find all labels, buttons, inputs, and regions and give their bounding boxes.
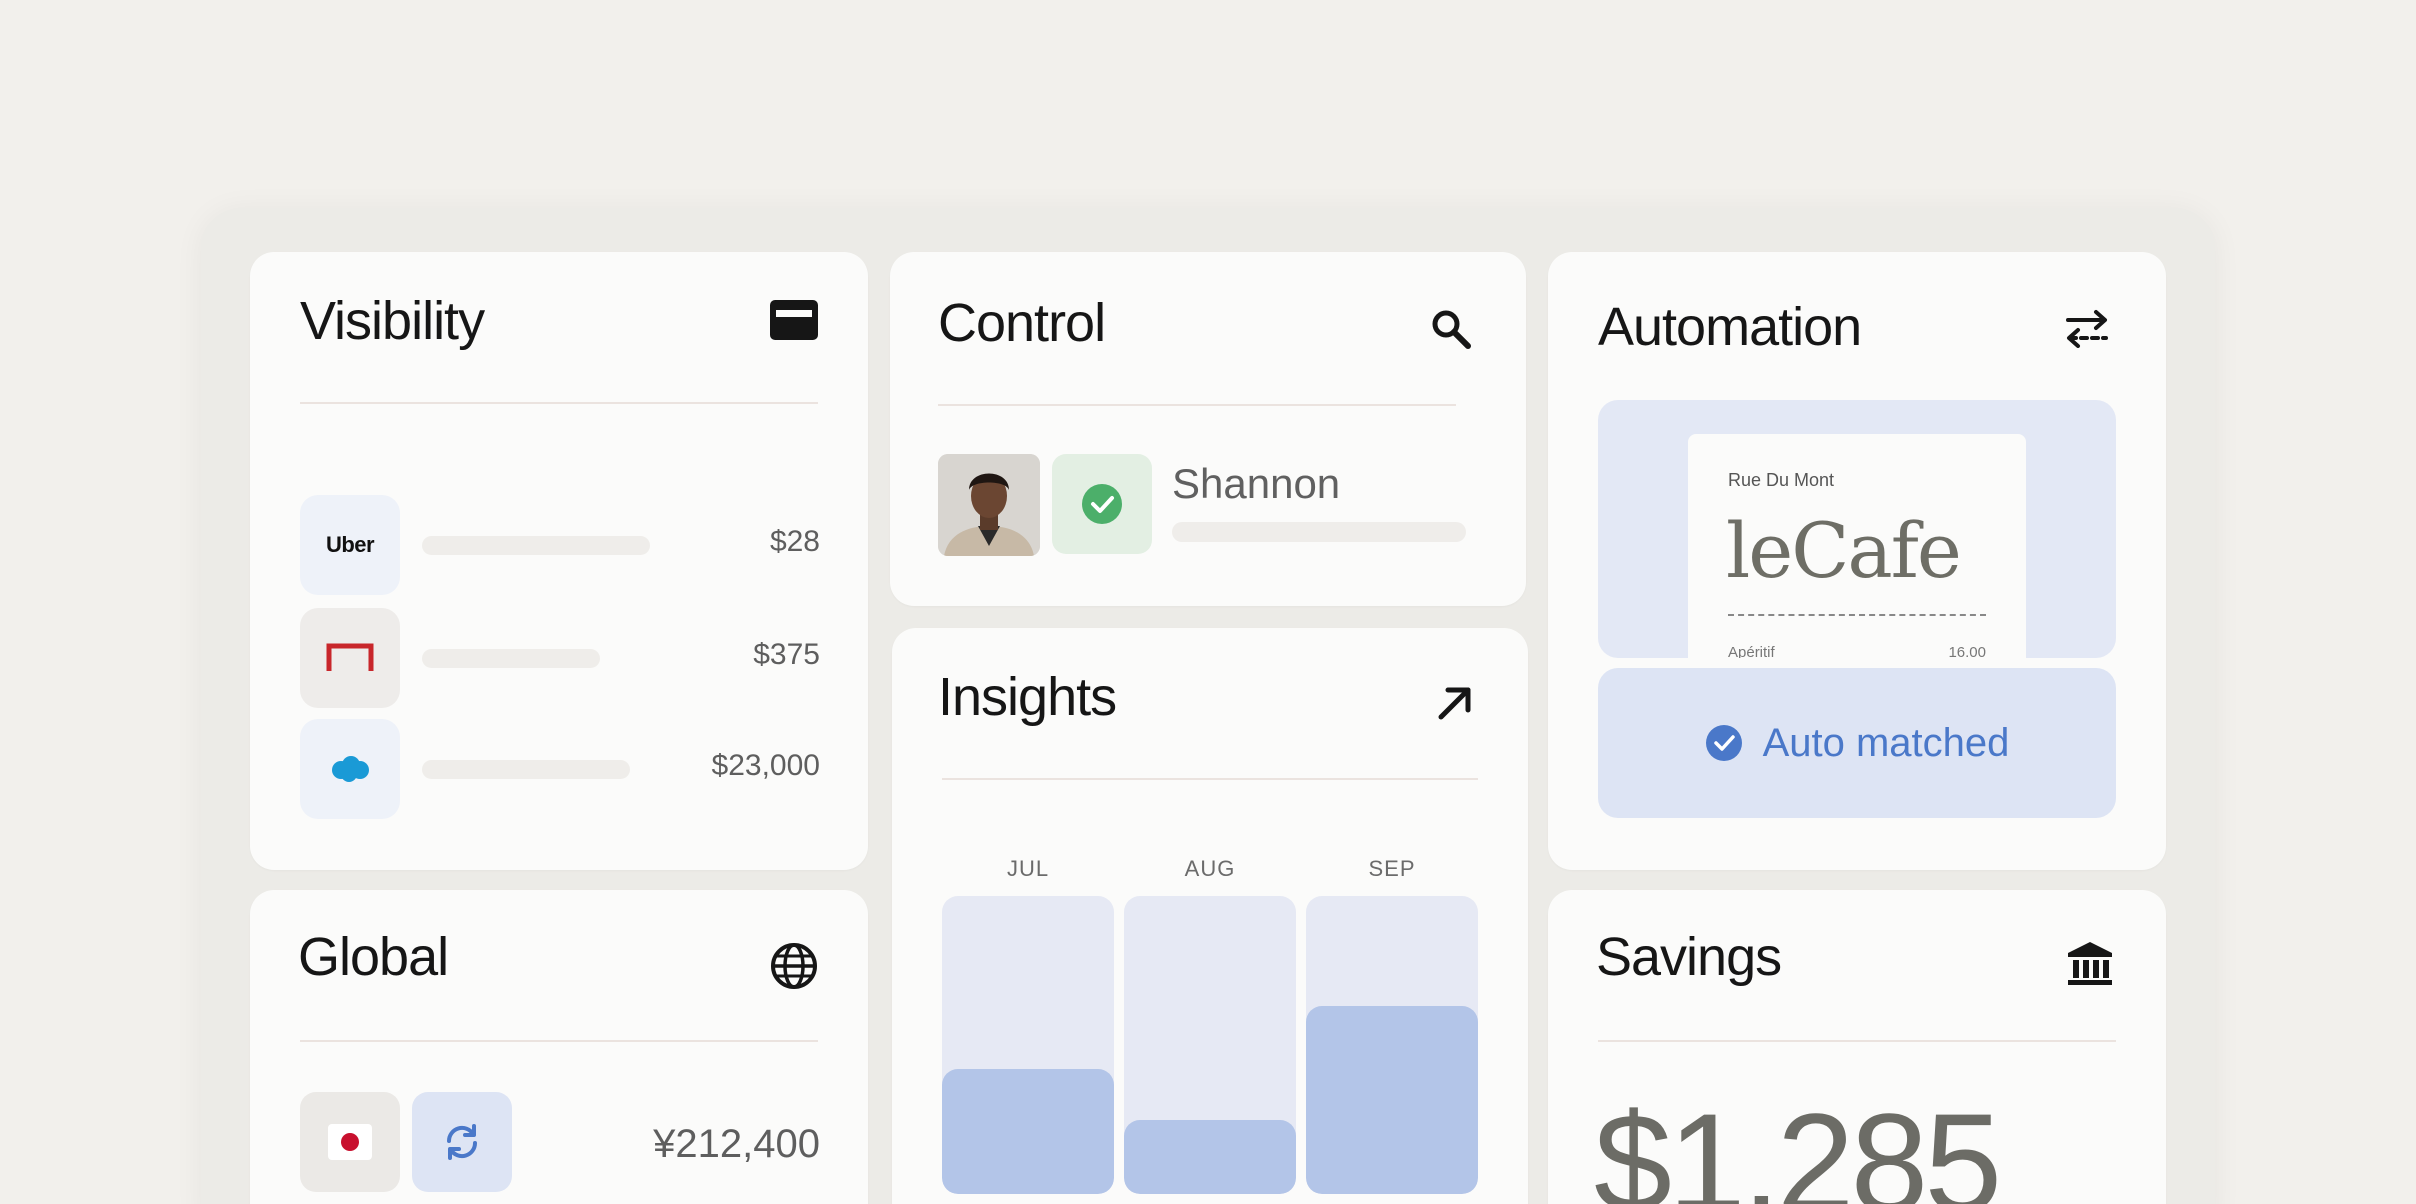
swap-arrows-icon[interactable] <box>2064 308 2110 353</box>
receipt-line-item: Apéritif <box>1728 644 1775 658</box>
globe-icon[interactable] <box>770 942 818 995</box>
visibility-divider <box>300 402 818 404</box>
global-divider <box>300 1040 818 1042</box>
month-bar-fill <box>942 1068 1114 1194</box>
receipt-brand: leCafe <box>1726 506 1962 595</box>
savings-amount: $1,285 <box>1594 1084 2002 1204</box>
japan-flag-tile <box>300 1092 400 1192</box>
vendor-amount: $375 <box>753 638 820 671</box>
check-circle-icon <box>1082 484 1122 524</box>
person-detail-bar <box>1172 522 1466 542</box>
savings-title: Savings <box>1596 927 1782 987</box>
receipt-divider <box>1728 614 1986 616</box>
canvas: Visibility Uber $28 $375 $23,000 Control… <box>0 0 2416 1204</box>
person-name: Shannon <box>1172 460 1341 507</box>
automation-title: Automation <box>1598 297 1862 357</box>
savings-divider <box>1598 1040 2116 1042</box>
salesforce-cloud-logo <box>300 719 400 819</box>
savings-card[interactable]: Savings $1,285 <box>1548 890 2166 1204</box>
month-bar-fill <box>1306 1006 1478 1194</box>
arrow-up-right-icon[interactable] <box>1436 684 1474 727</box>
auto-matched-status: Auto matched <box>1598 668 2116 818</box>
insights-card[interactable]: Insights JUL AUG SEP <box>892 628 1528 1204</box>
receipt-preview[interactable]: Rue Du Mont leCafe Apéritif 16.00 <box>1598 400 2116 658</box>
vendor-bar <box>422 536 650 555</box>
visibility-title: Visibility <box>300 291 485 351</box>
vendor-row-red[interactable]: $375 <box>300 608 820 708</box>
vendor-row-salesforce[interactable]: $23,000 <box>300 719 820 819</box>
credit-card-icon <box>770 300 818 345</box>
converted-amount: ¥212,400 <box>653 1122 820 1166</box>
month-label: JUL <box>1006 856 1050 881</box>
vendor-amount: $28 <box>769 525 820 558</box>
check-circle-icon <box>1705 725 1742 761</box>
vendor-amount: $23,000 <box>711 749 820 782</box>
bank-icon[interactable] <box>2066 940 2114 991</box>
month-bar[interactable] <box>1124 896 1296 1194</box>
month-label: AUG <box>1184 856 1236 881</box>
auto-matched-label: Auto matched <box>1762 720 2010 765</box>
month-bar[interactable] <box>942 896 1114 1194</box>
avatar <box>938 454 1040 556</box>
approved-check-tile <box>1052 454 1152 554</box>
receipt: Rue Du Mont leCafe Apéritif 16.00 <box>1688 434 2026 658</box>
control-title: Control <box>938 293 1106 353</box>
receipt-line-amount: 16.00 <box>1948 644 1986 658</box>
insights-title: Insights <box>938 667 1117 727</box>
automation-card[interactable]: Automation Rue Du Mont leCafe Apéritif 1… <box>1548 252 2166 870</box>
vendor-bar <box>422 649 600 668</box>
uber-logo: Uber <box>300 495 400 595</box>
month-bar-fill <box>1124 1119 1296 1194</box>
control-divider <box>938 404 1456 406</box>
search-icon[interactable] <box>1430 308 1472 355</box>
month-label: SEP <box>1368 856 1416 881</box>
visibility-card[interactable]: Visibility Uber $28 $375 $23,000 <box>250 252 868 870</box>
receipt-address: Rue Du Mont <box>1728 470 1835 490</box>
currency-convert-button[interactable] <box>412 1092 512 1192</box>
vendor-bar <box>422 760 630 779</box>
red-bracket-logo <box>300 608 400 708</box>
insights-divider <box>942 778 1478 780</box>
month-bar[interactable] <box>1306 896 1478 1194</box>
japan-flag-icon <box>328 1124 372 1160</box>
global-card[interactable]: Global ¥212,400 <box>250 890 868 1204</box>
refresh-icon <box>446 1124 478 1160</box>
vendor-row-uber[interactable]: Uber $28 <box>300 495 820 595</box>
control-card[interactable]: Control Shannon <box>890 252 1526 606</box>
global-title: Global <box>298 927 449 987</box>
